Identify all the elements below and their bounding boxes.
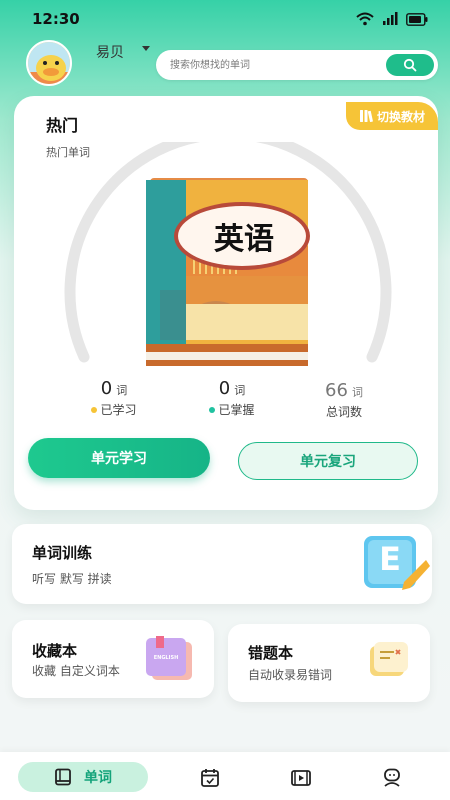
- search-icon: [403, 58, 417, 72]
- stat-total-unit: 词: [351, 386, 363, 399]
- battery-icon: [406, 12, 428, 26]
- stat-learned-label: 已学习: [100, 403, 137, 417]
- status-time: 12:30: [32, 10, 80, 28]
- stat-mastered-label: 已掌握: [218, 403, 255, 417]
- chevron-down-icon[interactable]: [142, 46, 150, 51]
- word-training-title: 单词训练: [32, 544, 93, 562]
- unit-review-button[interactable]: 单元复习: [238, 442, 418, 480]
- card-title: 热门: [46, 116, 79, 135]
- stat-total: 66 词 总词数: [304, 380, 384, 420]
- textbook-cover-image: [146, 178, 310, 366]
- tab-profile[interactable]: [382, 768, 402, 788]
- stat-mastered-unit: 词: [234, 384, 246, 397]
- english-book-icon: ENGLISH: [142, 636, 194, 682]
- switch-textbook-label: 切换教材: [376, 109, 425, 124]
- word-training-card[interactable]: 单词训练 听写 默写 拼读 E: [12, 524, 432, 604]
- user-name[interactable]: 易贝: [96, 42, 124, 62]
- search-button[interactable]: [386, 54, 434, 76]
- status-bar: 12:30: [0, 0, 450, 36]
- book-title: 英语: [214, 222, 274, 257]
- error-book-title: 错题本: [248, 644, 294, 662]
- notepad-icon: [370, 642, 408, 676]
- search-input[interactable]: [170, 50, 380, 80]
- stat-total-label: 总词数: [325, 405, 362, 419]
- tab-words-label: 单词: [84, 770, 112, 786]
- stat-mastered: 0词 已掌握: [192, 378, 272, 418]
- signal-icon: [383, 12, 398, 25]
- stat-learned-value: 0: [100, 378, 113, 399]
- stat-mastered-value: 0: [218, 378, 231, 399]
- switch-textbook-button[interactable]: 切换教材: [346, 102, 438, 130]
- learned-dot: [91, 406, 98, 413]
- tab-video[interactable]: [290, 768, 312, 788]
- english-book-label: ENGLISH: [153, 655, 179, 661]
- hot-words-card: 热门 热门单词 切换教材 英语 0 词 已学习 0 词 已掌握 66 词 总词数…: [14, 96, 438, 510]
- tab-words[interactable]: 单词: [18, 762, 148, 792]
- error-book-card[interactable]: 错题本 自动收录易错词: [228, 624, 430, 702]
- favorites-card[interactable]: 收藏本 收藏 自定义词本 ENGLISH: [12, 620, 214, 698]
- book-icon: [55, 768, 71, 786]
- bottom-tab-bar: 单词: [0, 752, 450, 800]
- search-box: [156, 50, 438, 80]
- letter-e-glyph: E: [379, 540, 401, 578]
- stat-learned: 0词 已学习: [74, 378, 154, 418]
- favorites-title: 收藏本: [32, 642, 78, 660]
- letter-e-icon: E: [360, 532, 430, 592]
- mastered-dot: [209, 406, 216, 413]
- avatar[interactable]: [26, 40, 72, 86]
- status-icons: [356, 12, 428, 26]
- favorites-subtitle: 收藏 自定义词本: [32, 664, 120, 678]
- book-stack-icon: [359, 110, 373, 123]
- wifi-icon: [356, 12, 374, 26]
- header: 易贝: [0, 36, 450, 86]
- stat-learned-unit: 词: [116, 384, 128, 397]
- word-training-subtitle: 听写 默写 拼读: [32, 572, 112, 586]
- tab-calendar[interactable]: [200, 768, 220, 788]
- unit-learn-button[interactable]: 单元学习: [28, 438, 210, 478]
- error-book-subtitle: 自动收录易错词: [248, 668, 333, 682]
- duck-avatar-icon: [28, 42, 70, 84]
- stat-total-value: 66: [325, 380, 348, 401]
